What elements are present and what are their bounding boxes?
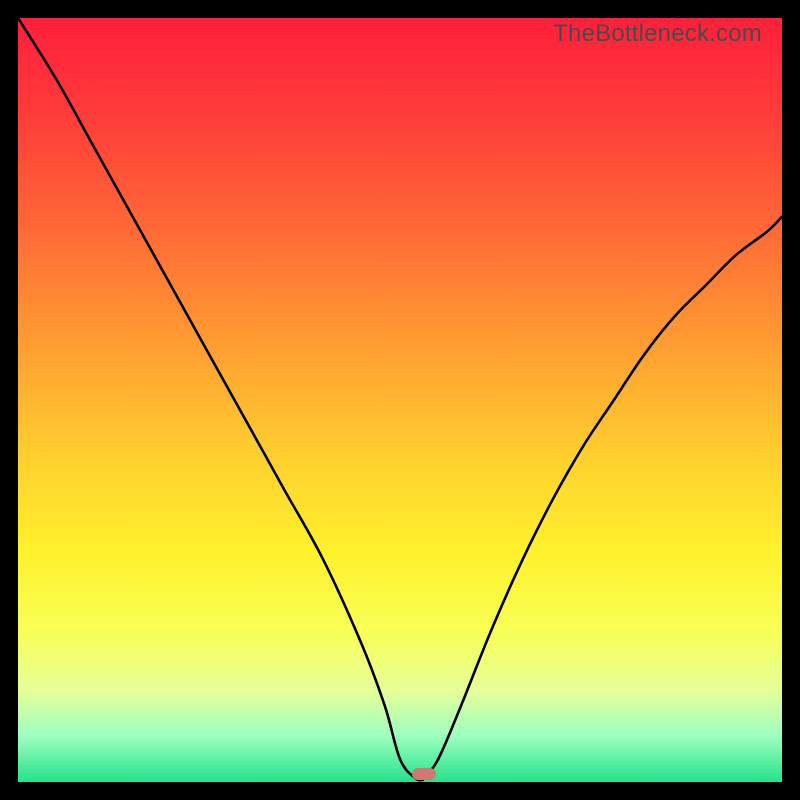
chart-frame: TheBottleneck.com [0, 0, 800, 800]
bottleneck-curve-left [18, 18, 423, 780]
bottleneck-curve-right [423, 217, 782, 780]
plot-area: TheBottleneck.com [18, 18, 782, 782]
curve-svg [18, 18, 782, 782]
optimum-marker [412, 768, 436, 780]
